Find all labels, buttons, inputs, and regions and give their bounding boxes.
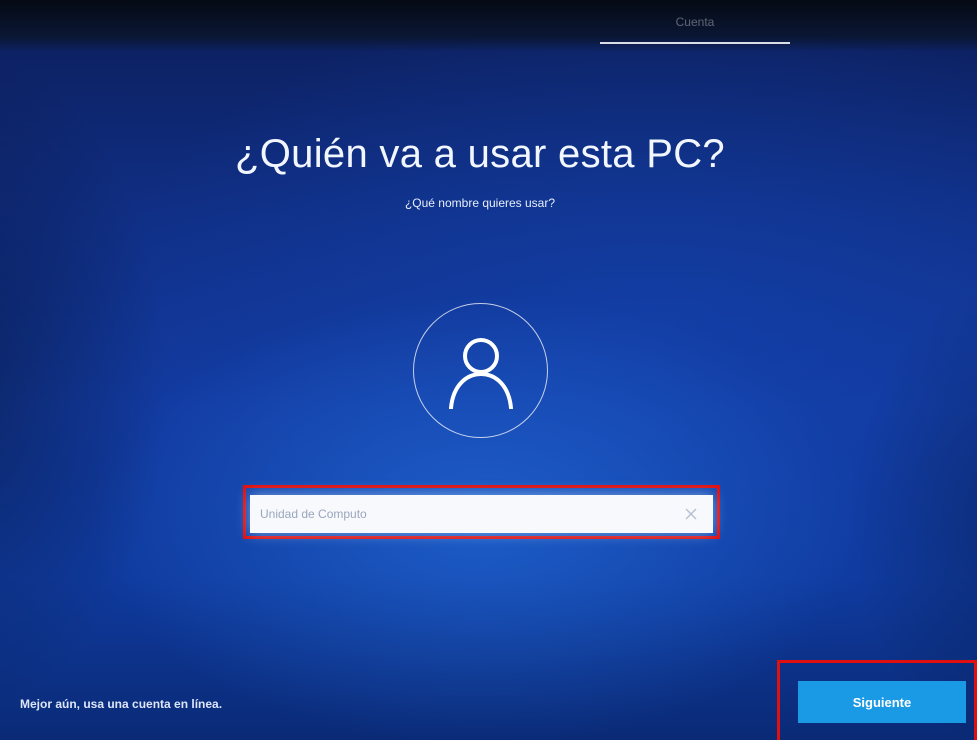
online-account-link[interactable]: Mejor aún, usa una cuenta en línea. <box>20 697 222 711</box>
page-subtitle: ¿Qué nombre quieres usar? <box>404 196 556 210</box>
avatar <box>413 303 548 438</box>
name-field-container <box>250 495 713 533</box>
progress-step-label: Cuenta <box>675 15 715 29</box>
oobe-screen: Cuenta ¿Quién va a usar esta PC? ¿Qué no… <box>0 0 977 740</box>
close-icon[interactable] <box>683 506 699 522</box>
name-input[interactable] <box>250 495 670 533</box>
progress-step-indicator <box>600 42 790 44</box>
user-icon <box>449 338 513 409</box>
page-title: ¿Quién va a usar esta PC? <box>235 132 725 176</box>
next-button[interactable]: Siguiente <box>798 681 966 723</box>
top-band <box>0 0 977 52</box>
